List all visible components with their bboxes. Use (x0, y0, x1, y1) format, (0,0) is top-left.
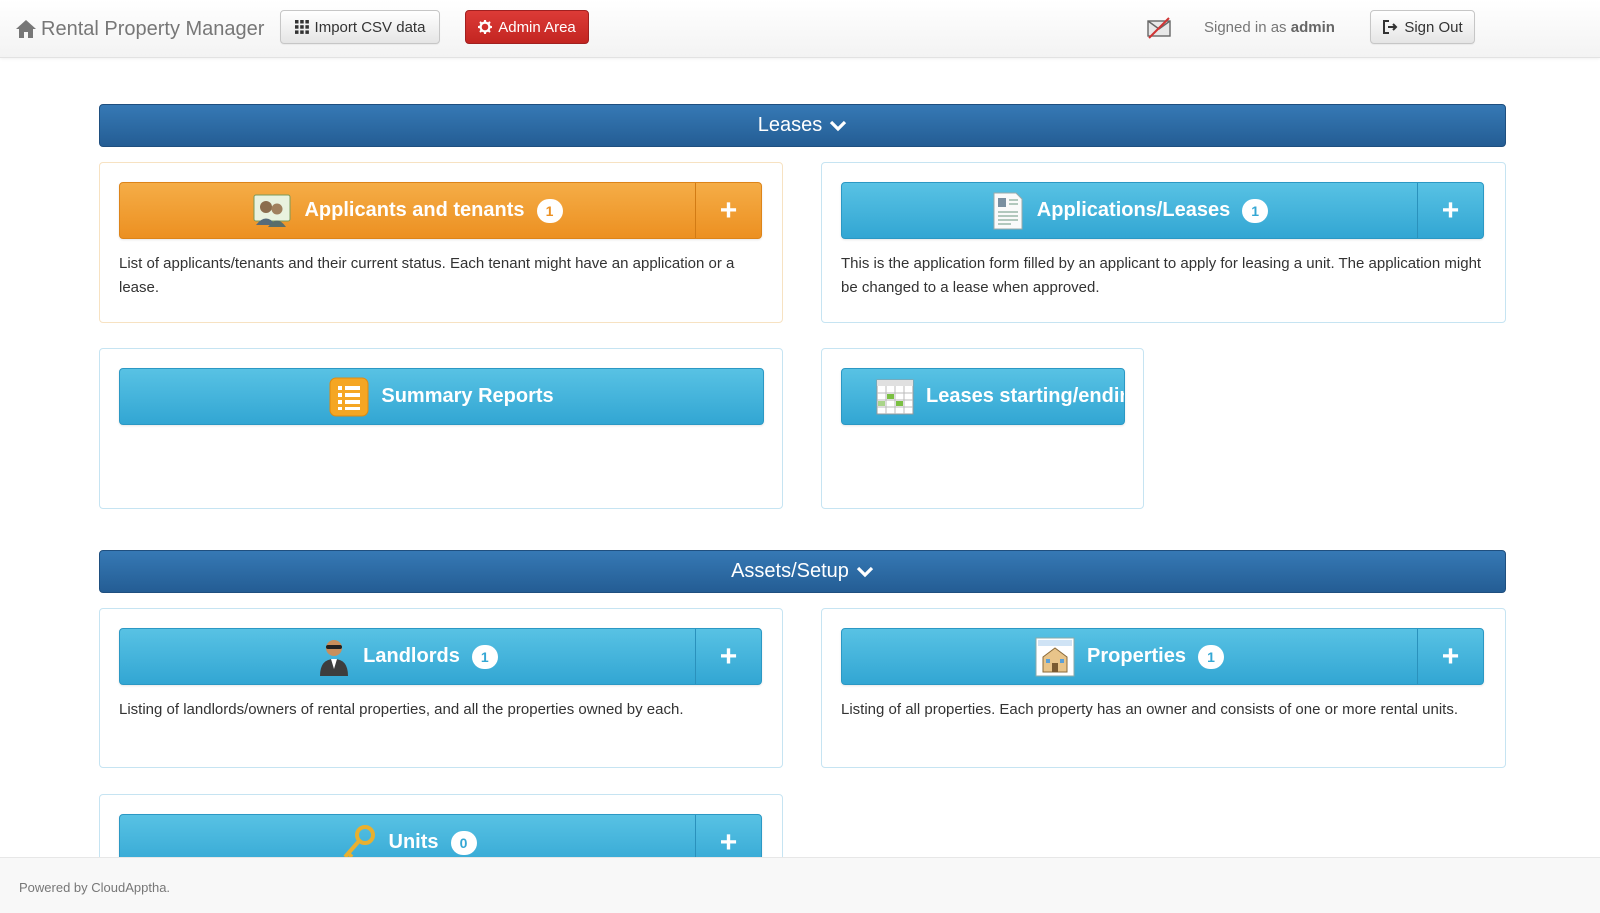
applications-panel: Applications/Leases 1 + This is the appl… (821, 162, 1506, 323)
leases-dates-link[interactable]: Leases starting/endin (842, 369, 1124, 424)
applicants-link[interactable]: Applicants and tenants 1 (120, 183, 695, 238)
applications-tile: Applications/Leases 1 + (841, 182, 1484, 239)
report-list-icon (329, 377, 369, 416)
applications-count-badge: 1 (1242, 198, 1269, 223)
landlords-title: Landlords (363, 645, 460, 667)
properties-panel: Properties 1 + Listing of all properties… (821, 608, 1506, 768)
chevron-down-icon (830, 120, 847, 131)
units-count-badge: 0 (450, 830, 477, 855)
leases-dates-panel: Leases starting/endin (821, 348, 1144, 509)
mail-disabled-icon[interactable] (1146, 16, 1172, 40)
assets-section-header[interactable]: Assets/Setup (99, 550, 1506, 593)
add-property-button[interactable]: + (1417, 629, 1483, 684)
landlords-count-badge: 1 (471, 644, 498, 669)
home-icon (16, 20, 36, 38)
properties-tile: Properties 1 + (841, 628, 1484, 685)
brand-link[interactable]: Rental Property Manager (15, 14, 264, 44)
brand-title: Rental Property Manager (41, 17, 265, 40)
add-applicant-button[interactable]: + (695, 183, 761, 238)
signed-in-username[interactable]: admin (1291, 19, 1335, 36)
applicants-description: List of applicants/tenants and their cur… (119, 255, 735, 296)
calendar-icon (876, 379, 914, 414)
properties-description: Listing of all properties. Each property… (841, 701, 1458, 718)
applications-description: This is the application form filled by a… (841, 255, 1482, 296)
properties-title: Properties (1087, 645, 1186, 667)
admin-area-button[interactable]: Admin Area (465, 10, 589, 44)
signed-in-status: Signed in as admin (1204, 19, 1335, 36)
add-application-button[interactable]: + (1417, 183, 1483, 238)
application-form-icon (993, 192, 1023, 229)
footer-powered-by: Powered by CloudAppt­ha. (19, 880, 171, 895)
applicants-title: Applicants and tenants (304, 199, 525, 221)
summary-reports-tile: Summary Reports (119, 368, 764, 425)
landlord-person-icon (320, 639, 349, 676)
import-csv-label: Import CSV data (314, 18, 426, 36)
summary-reports-panel: Summary Reports (99, 348, 783, 509)
properties-link[interactable]: Properties 1 (842, 629, 1417, 684)
import-csv-button[interactable]: Import CSV data (280, 10, 440, 44)
units-title: Units (388, 831, 439, 853)
summary-reports-title: Summary Reports (381, 385, 554, 407)
applicants-panel: Applicants and tenants 1 + List of appli… (99, 162, 783, 323)
gear-icon (478, 20, 493, 34)
footer: Powered by CloudAppt­ha. (0, 857, 1600, 913)
sign-out-icon (1383, 20, 1398, 34)
admin-area-label: Admin Area (498, 18, 576, 36)
leases-dates-title: Leases starting/endin (926, 385, 1124, 407)
leases-dates-tile: Leases starting/endin (841, 368, 1125, 425)
signed-in-prefix: Signed in as (1204, 19, 1287, 36)
landlords-link[interactable]: Landlords 1 (120, 629, 695, 684)
applications-link[interactable]: Applications/Leases 1 (842, 183, 1417, 238)
applicants-tile: Applicants and tenants 1 + (119, 182, 762, 239)
landlords-description: Listing of landlords/owners of rental pr… (119, 701, 684, 718)
grid-icon (294, 20, 309, 34)
leases-section-header[interactable]: Leases (99, 104, 1506, 147)
landlords-panel: Landlords 1 + Listing of landlords/owner… (99, 608, 783, 768)
building-icon (1035, 637, 1075, 676)
add-landlord-button[interactable]: + (695, 629, 761, 684)
chevron-down-icon (856, 566, 874, 577)
applications-title: Applications/Leases (1036, 199, 1231, 221)
top-navbar: Rental Property Manager Import CSV data … (0, 0, 1600, 58)
leases-section-title: Leases (757, 114, 823, 136)
assets-section-title: Assets/Setup (731, 560, 849, 582)
sign-out-label: Sign Out (1404, 18, 1463, 36)
people-icon (253, 194, 291, 227)
sign-out-button[interactable]: Sign Out (1370, 10, 1475, 44)
landlords-tile: Landlords 1 + (119, 628, 762, 685)
properties-count-badge: 1 (1197, 644, 1224, 669)
applicants-count-badge: 1 (536, 198, 563, 223)
summary-reports-link[interactable]: Summary Reports (120, 369, 763, 424)
